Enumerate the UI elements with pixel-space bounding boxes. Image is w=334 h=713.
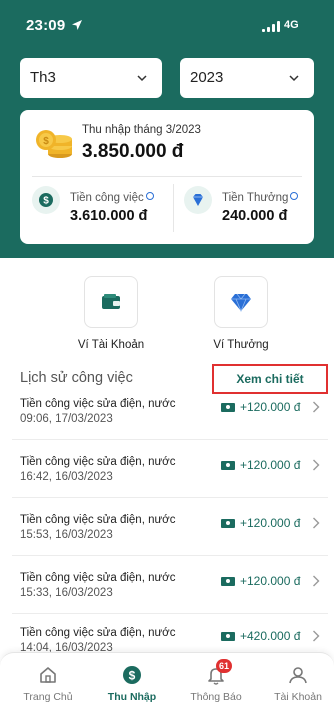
chevron-right-icon (313, 459, 320, 471)
history-item-title: Tiền công việc sửa điện, nước (20, 572, 176, 584)
cash-icon (221, 577, 235, 586)
tab-label: Trang Chủ (23, 691, 73, 703)
history-item-amount: +120.000 đ (240, 516, 301, 530)
chevron-right-icon (313, 517, 320, 529)
diamond-icon (231, 293, 251, 312)
history-item-datetime: 15:33, 16/03/2023 (20, 587, 113, 599)
income-total: 3.850.000 đ (82, 141, 184, 162)
svg-text:$: $ (129, 669, 136, 683)
svg-text:$: $ (43, 196, 49, 207)
month-select[interactable]: Th3 (20, 58, 162, 98)
history-item-title: Tiền công việc sửa điện, nước (20, 627, 176, 639)
bonus-wallet-label: Ví Thưởng (213, 339, 269, 351)
history-item-amount: +420.000 đ (240, 629, 301, 643)
income-summary-card: $ Thu nhập tháng 3/2023 3.850.000 đ $ Ti… (20, 110, 314, 244)
tab-label: Thu Nhập (107, 691, 157, 703)
tab-label: Tài Khoản (274, 691, 322, 703)
home-icon (40, 667, 56, 683)
tab-home[interactable]: Trang Chủ (6, 653, 90, 713)
year-value: 2023 (190, 69, 224, 86)
cash-icon (221, 632, 235, 641)
history-item[interactable]: Tiền công việc sửa điện, nước 15:53, 16/0… (0, 514, 334, 570)
history-item-amount: +120.000 đ (240, 574, 301, 588)
work-money-value: 3.610.000 đ (70, 208, 148, 224)
history-item-datetime: 16:42, 16/03/2023 (20, 471, 113, 483)
history-item[interactable]: Tiền công việc sửa điện, nước 09:06, 17/0… (0, 398, 334, 454)
info-icon[interactable] (290, 192, 299, 200)
cash-icon (221, 403, 235, 412)
wallet-icon (102, 294, 120, 309)
history-item-title: Tiền công việc sửa điện, nước (20, 514, 176, 526)
tab-notifications[interactable]: 61 Thông Báo (174, 653, 258, 713)
tab-label: Thông Báo (190, 691, 242, 703)
network-label: 4G (284, 19, 299, 31)
row-divider (12, 613, 328, 614)
location-arrow-icon (72, 20, 82, 30)
history-item-datetime: 15:53, 16/03/2023 (20, 529, 113, 541)
chevron-down-icon (137, 75, 147, 82)
history-item[interactable]: Tiền công việc sửa điện, nước 16:42, 16/0… (0, 456, 334, 512)
tab-income[interactable]: $ Thu Nhập (90, 653, 174, 713)
history-item-amount: +120.000 đ (240, 458, 301, 472)
bonus-wallet-button[interactable] (214, 276, 268, 328)
coins-icon: $ (36, 130, 72, 158)
notification-badge: 61 (216, 659, 233, 673)
month-value: Th3 (30, 69, 56, 86)
card-divider (32, 176, 302, 177)
year-select[interactable]: 2023 (180, 58, 314, 98)
cash-icon (221, 461, 235, 470)
bonus-money-label: Tiền Thưởng (222, 192, 299, 204)
row-divider (12, 439, 328, 440)
history-item-title: Tiền công việc sửa điện, nước (20, 456, 176, 468)
work-money-label: Tiền công việc (70, 192, 154, 204)
dollar-icon: $ (123, 666, 141, 684)
info-icon[interactable] (145, 192, 154, 200)
chevron-right-icon (313, 401, 320, 413)
bonus-diamond-icon (184, 186, 212, 214)
history-title: Lịch sử công việc (20, 370, 133, 386)
work-money-icon: $ (32, 186, 60, 214)
user-icon (289, 667, 307, 684)
svg-text:$: $ (43, 136, 49, 147)
chevron-right-icon (313, 630, 320, 642)
account-wallet-label: Ví Tài Khoản (77, 339, 145, 351)
bonus-money-value: 240.000 đ (222, 208, 288, 224)
tab-account[interactable]: Tài Khoản (256, 653, 334, 713)
cash-icon (221, 519, 235, 528)
income-header: 23:09 4G Th3 2023 $ Thu nhập tháng 3/202… (0, 0, 334, 258)
card-divider-vertical (173, 184, 174, 232)
history-item-title: Tiền công việc sửa điện, nước (20, 398, 176, 410)
chevron-right-icon (313, 575, 320, 587)
row-divider (12, 497, 328, 498)
chevron-down-icon (289, 75, 299, 82)
view-details-button[interactable]: Xem chi tiết (212, 364, 328, 394)
row-divider (12, 555, 328, 556)
history-item[interactable]: Tiền công việc sửa điện, nước 15:33, 16/0… (0, 572, 334, 628)
account-wallet-button[interactable] (84, 276, 138, 328)
signal-icon (262, 21, 280, 32)
history-item-amount: +120.000 đ (240, 400, 301, 414)
status-bar: 23:09 4G (0, 0, 334, 40)
bottom-tab-bar: Trang Chủ $ Thu Nhập 61 Thông Báo Tài Kh… (0, 652, 334, 713)
status-time: 23:09 (26, 17, 66, 34)
history-item-datetime: 09:06, 17/03/2023 (20, 413, 113, 425)
income-month-label: Thu nhập tháng 3/2023 (82, 124, 201, 136)
